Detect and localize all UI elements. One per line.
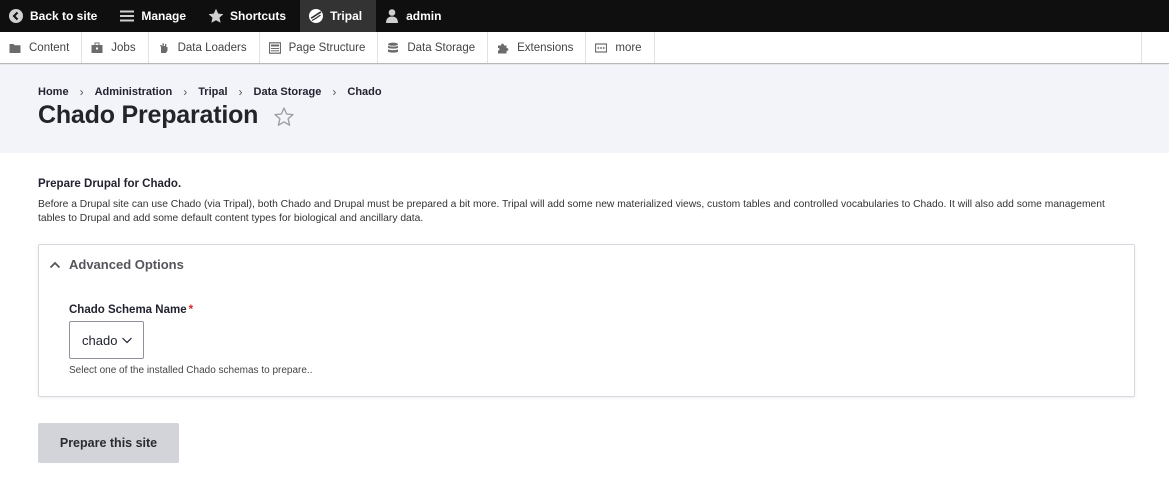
- breadcrumb-separator: ›: [183, 85, 188, 99]
- chado-schema-label-text: Chado Schema Name: [69, 304, 187, 316]
- intro-description: Before a Drupal site can use Chado (via …: [38, 199, 1105, 224]
- admin-toolbar: Back to site Manage Shortcuts Tripal adm…: [0, 0, 1169, 32]
- hamburger-icon: [119, 8, 135, 24]
- ellipsis-icon: [595, 42, 608, 54]
- breadcrumb: Home › Administration › Tripal › Data St…: [38, 85, 382, 99]
- required-marker: *: [188, 304, 194, 316]
- breadcrumb-separator: ›: [332, 85, 337, 99]
- user-name-label: admin: [406, 9, 442, 23]
- tripal-logo-icon: [308, 8, 324, 24]
- tray-orientation-toggle[interactable]: [1141, 32, 1169, 63]
- tray-item-more[interactable]: more: [586, 32, 655, 63]
- folder-icon: [9, 42, 21, 54]
- breadcrumb-home[interactable]: Home: [38, 86, 69, 98]
- shortcuts-link[interactable]: Shortcuts: [200, 0, 300, 32]
- advanced-options-panel: Advanced Options Chado Schema Name * chad…: [38, 244, 1135, 397]
- layout-icon: [268, 41, 281, 54]
- tray-item-label: Extensions: [517, 41, 574, 54]
- tray-item-label: Data Loaders: [177, 41, 247, 54]
- breadcrumb-data-storage[interactable]: Data Storage: [254, 86, 322, 98]
- chado-schema-description: Select one of the installed Chado schema…: [69, 365, 313, 376]
- back-to-site-link[interactable]: Back to site: [0, 0, 111, 32]
- intro-heading: Prepare Drupal for Chado.: [38, 178, 182, 190]
- puzzle-icon: [497, 42, 509, 54]
- breadcrumb-chado[interactable]: Chado: [347, 86, 381, 98]
- tray-item-label: Data Storage: [407, 41, 476, 54]
- chevron-up-icon: [49, 259, 61, 271]
- breadcrumb-administration[interactable]: Administration: [95, 86, 173, 98]
- toolbar-tray: Content Jobs Data Loaders Page Structure…: [0, 32, 1169, 64]
- page-title: Chado Preparation: [38, 101, 259, 129]
- breadcrumb-separator: ›: [79, 85, 84, 99]
- star-outline-icon[interactable]: [273, 106, 295, 128]
- tray-item-data-loaders[interactable]: Data Loaders: [149, 32, 260, 63]
- prepare-site-button[interactable]: Prepare this site: [38, 423, 179, 463]
- chado-schema-select[interactable]: chado: [69, 321, 144, 359]
- hand-icon: [158, 42, 170, 54]
- manage-label: Manage: [141, 9, 187, 23]
- tray-item-content[interactable]: Content: [0, 32, 83, 63]
- tripal-link[interactable]: Tripal: [300, 0, 377, 32]
- tray-item-label: Page Structure: [288, 41, 366, 54]
- star-filled-icon: [208, 8, 224, 24]
- chado-schema-label: Chado Schema Name *: [69, 304, 193, 316]
- chado-schema-selected-value: chado: [82, 332, 118, 348]
- user-icon: [384, 8, 400, 24]
- user-menu-link[interactable]: admin: [376, 0, 455, 32]
- back-to-site-label: Back to site: [30, 9, 98, 23]
- advanced-options-toggle[interactable]: Advanced Options: [49, 257, 184, 272]
- tray-item-label: Jobs: [111, 41, 136, 54]
- shortcuts-label: Shortcuts: [230, 9, 287, 23]
- tripal-label: Tripal: [330, 9, 363, 23]
- breadcrumb-tripal[interactable]: Tripal: [198, 86, 227, 98]
- tray-item-page-structure[interactable]: Page Structure: [260, 32, 379, 63]
- tray-item-data-storage[interactable]: Data Storage: [378, 32, 489, 63]
- tray-item-jobs[interactable]: Jobs: [82, 32, 149, 63]
- back-circle-icon: [8, 8, 24, 24]
- manage-link[interactable]: Manage: [111, 0, 200, 32]
- database-icon: [387, 42, 399, 54]
- breadcrumb-separator: ›: [238, 85, 243, 99]
- tray-item-label: more: [615, 41, 642, 54]
- advanced-options-label: Advanced Options: [69, 257, 184, 272]
- tray-item-label: Content: [29, 41, 70, 54]
- page-header: Home › Administration › Tripal › Data St…: [0, 65, 1169, 153]
- briefcase-icon: [91, 42, 103, 54]
- chevron-down-icon: [121, 334, 133, 346]
- tray-item-extensions[interactable]: Extensions: [488, 32, 587, 63]
